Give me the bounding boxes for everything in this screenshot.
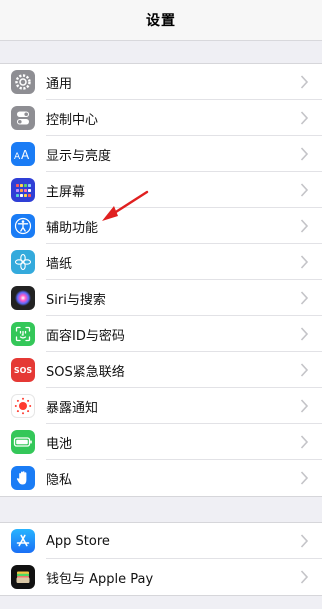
- row-label: 显示与亮度: [46, 148, 112, 164]
- settings-row-emergency-sos[interactable]: SOS SOS紧急联络: [0, 352, 322, 388]
- sos-icon-text: SOS: [13, 365, 33, 375]
- row-label: 控制中心: [46, 112, 99, 128]
- settings-row-general[interactable]: 通用: [0, 64, 322, 100]
- settings-row-privacy[interactable]: 隐私: [0, 460, 322, 496]
- settings-row-face-id-passcode[interactable]: 面容ID与密码: [0, 316, 322, 352]
- settings-row-exposure-notifications[interactable]: 暴露通知: [0, 388, 322, 424]
- row-label: 暴露通知: [46, 400, 99, 416]
- app-store-icon: [11, 529, 35, 553]
- page-title: 设置: [146, 13, 176, 29]
- row-label: 辅助功能: [46, 220, 99, 236]
- row-label: 面容ID与密码: [46, 328, 125, 344]
- chevron-right-icon: [300, 147, 309, 161]
- nav-bar: 设置: [0, 0, 322, 41]
- siri-icon: [11, 286, 35, 310]
- gear-icon: [11, 70, 35, 94]
- row-label: 隐私: [46, 472, 73, 488]
- settings-group-main: 通用 控制中心 AA 显示与亮度 主屏幕 辅助功能 墙纸 Siri与搜索 面容I…: [0, 63, 322, 497]
- chevron-right-icon: [300, 435, 309, 449]
- row-label: 通用: [46, 76, 73, 92]
- svg-text:A: A: [21, 148, 30, 162]
- settings-row-wallpaper[interactable]: 墙纸: [0, 244, 322, 280]
- settings-row-siri-search[interactable]: Siri与搜索: [0, 280, 322, 316]
- row-label: App Store: [46, 533, 110, 549]
- chevron-right-icon: [300, 363, 309, 377]
- row-label: 电池: [46, 436, 73, 452]
- svg-text:A: A: [14, 152, 21, 162]
- settings-row-app-store[interactable]: App Store: [0, 523, 322, 559]
- chevron-right-icon: [300, 183, 309, 197]
- chevron-right-icon: [300, 291, 309, 305]
- settings-row-wallet-apple-pay[interactable]: 钱包与 Apple Pay: [0, 559, 322, 595]
- toggles-icon: [11, 106, 35, 130]
- settings-row-control-center[interactable]: 控制中心: [0, 100, 322, 136]
- exposure-icon: [11, 394, 35, 418]
- sos-icon: SOS: [11, 358, 35, 382]
- settings-group-store: App Store 钱包与 Apple Pay: [0, 522, 322, 596]
- hand-icon: [11, 466, 35, 490]
- settings-row-battery[interactable]: 电池: [0, 424, 322, 460]
- accessibility-icon: [11, 214, 35, 238]
- battery-icon: [11, 430, 35, 454]
- settings-row-accessibility[interactable]: 辅助功能: [0, 208, 322, 244]
- chevron-right-icon: [300, 399, 309, 413]
- chevron-right-icon: [300, 327, 309, 341]
- chevron-right-icon: [300, 255, 309, 269]
- row-label: 墙纸: [46, 256, 73, 272]
- chevron-right-icon: [300, 111, 309, 125]
- wallet-icon: [11, 565, 35, 589]
- chevron-right-icon: [300, 219, 309, 233]
- row-label: 主屏幕: [46, 184, 86, 200]
- app-grid-icon: [11, 178, 35, 202]
- chevron-right-icon: [300, 75, 309, 89]
- row-label: Siri与搜索: [46, 292, 106, 308]
- text-size-icon: AA: [11, 142, 35, 166]
- row-label: 钱包与 Apple Pay: [46, 571, 154, 587]
- settings-row-display-brightness[interactable]: AA 显示与亮度: [0, 136, 322, 172]
- row-label: SOS紧急联络: [46, 364, 125, 380]
- chevron-right-icon: [300, 570, 309, 584]
- face-id-icon: [11, 322, 35, 346]
- chevron-right-icon: [300, 534, 309, 548]
- settings-row-home-screen[interactable]: 主屏幕: [0, 172, 322, 208]
- chevron-right-icon: [300, 471, 309, 485]
- flower-icon: [11, 250, 35, 274]
